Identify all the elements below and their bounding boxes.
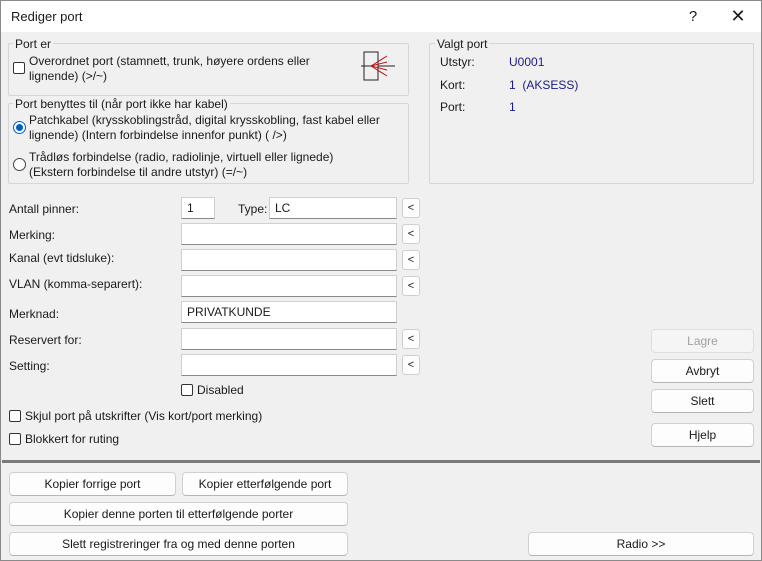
vlan-label: VLAN (komma-separert): [9, 277, 143, 291]
antall-pinner-input[interactable]: 1 [181, 197, 215, 219]
merking-pick-button[interactable]: < [402, 224, 420, 244]
valgt-port-title: Valgt port [435, 37, 490, 51]
utstyr-label: Utstyr: [440, 55, 475, 69]
port-er-title: Port er [13, 37, 54, 51]
reservert-label: Reservert for: [9, 333, 82, 347]
setting-pick-button[interactable]: < [402, 355, 420, 375]
window-title: Rediger port [11, 9, 83, 24]
setting-input[interactable] [181, 354, 397, 376]
kopier-denne-button[interactable]: Kopier denne porten til etterfølgende po… [9, 502, 348, 526]
slett-registreringer-button[interactable]: Slett registreringer fra og med denne po… [9, 532, 348, 556]
kanal-input[interactable] [181, 249, 397, 271]
avbryt-button[interactable]: Avbryt [651, 359, 754, 383]
dialog-window: Rediger port ? ✕ Port er Overordnet port… [0, 0, 762, 561]
patchkabel-radio[interactable] [13, 121, 26, 134]
lagre-button[interactable]: Lagre [651, 329, 754, 353]
port-benyttes-title: Port benyttes til (når port ikke har kab… [13, 97, 230, 111]
port-label: Port: [440, 100, 466, 114]
type-label: Type: [238, 202, 268, 216]
tradlos-label: Trådløs forbindelse (radio, radiolinje, … [29, 150, 334, 179]
radio-button[interactable]: Radio >> [528, 532, 754, 556]
vlan-pick-button[interactable]: < [402, 276, 420, 296]
merking-input[interactable] [181, 223, 397, 245]
disabled-checkbox[interactable] [181, 384, 193, 396]
skjul-checkbox[interactable] [9, 410, 21, 422]
section-divider [2, 460, 760, 463]
disabled-label: Disabled [197, 383, 244, 397]
reservert-pick-button[interactable]: < [402, 329, 420, 349]
merking-label: Merking: [9, 228, 56, 242]
patchkabel-label: Patchkabel (krysskoblingstråd, digital k… [29, 113, 380, 142]
kopier-etterfolgende-button[interactable]: Kopier etterfølgende port [182, 472, 348, 496]
hjelp-button[interactable]: Hjelp [651, 423, 754, 447]
slett-button[interactable]: Slett [651, 389, 754, 413]
help-title-button[interactable]: ? [671, 1, 715, 32]
kort-value: 1 (AKSESS) [509, 78, 579, 92]
valgt-port-group [429, 43, 754, 184]
setting-label: Setting: [9, 359, 50, 373]
overordnet-checkbox[interactable] [13, 62, 25, 74]
reservert-input[interactable] [181, 328, 397, 350]
kopier-forrige-button[interactable]: Kopier forrige port [9, 472, 176, 496]
blokkert-checkbox[interactable] [9, 433, 21, 445]
kanal-label: Kanal (evt tidsluke): [9, 251, 115, 265]
vlan-input[interactable] [181, 275, 397, 297]
close-button[interactable]: ✕ [716, 1, 760, 32]
merknad-input[interactable]: PRIVATKUNDE [181, 301, 397, 323]
title-bar: Rediger port ? ✕ [1, 1, 761, 32]
type-pick-button[interactable]: < [402, 198, 420, 218]
tradlos-radio[interactable] [13, 158, 26, 171]
port-split-icon [361, 51, 395, 81]
merknad-label: Merknad: [9, 307, 60, 321]
type-input[interactable]: LC [269, 197, 397, 219]
blokkert-label: Blokkert for ruting [25, 432, 120, 446]
antall-pinner-label: Antall pinner: [9, 202, 80, 216]
kort-label: Kort: [440, 78, 466, 92]
overordnet-label: Overordnet port (stamnett, trunk, høyere… [29, 54, 310, 83]
kanal-pick-button[interactable]: < [402, 250, 420, 270]
utstyr-value: U0001 [509, 55, 545, 69]
skjul-label: Skjul port på utskrifter (Vis kort/port … [25, 409, 263, 423]
port-value: 1 [509, 100, 516, 114]
